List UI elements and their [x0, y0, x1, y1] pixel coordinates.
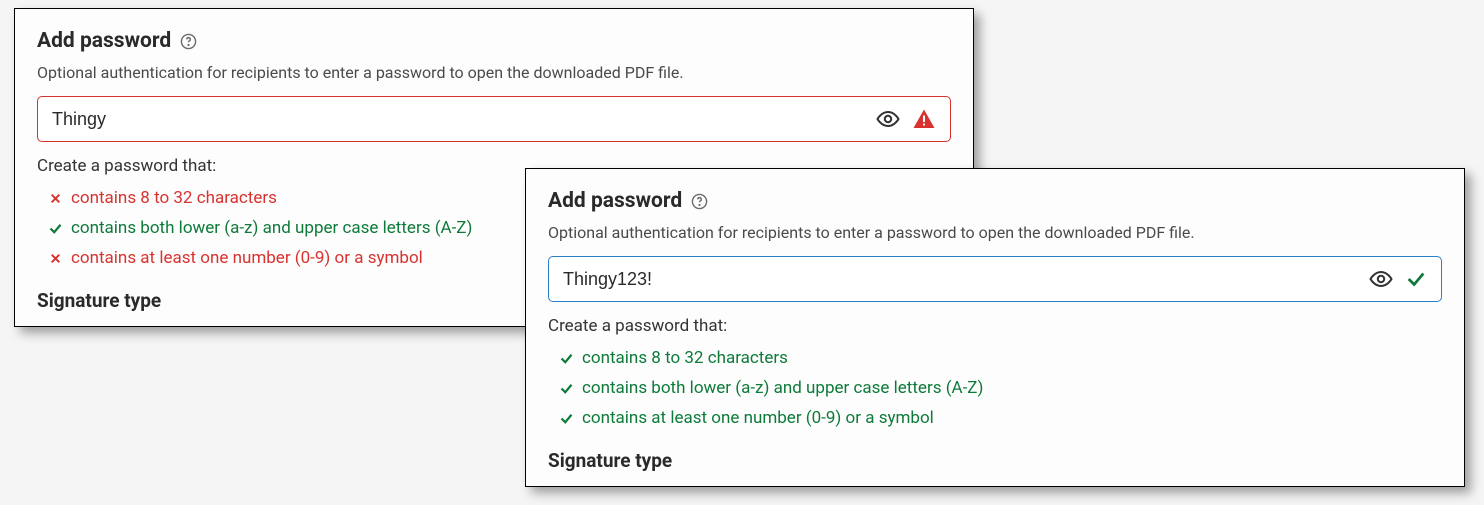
password-input[interactable]: [563, 269, 1369, 290]
help-icon[interactable]: [690, 192, 708, 210]
requirement-text: contains 8 to 32 characters: [582, 344, 788, 374]
signature-type-heading: Signature type: [548, 449, 1442, 472]
password-input-wrap: [37, 96, 951, 142]
requirement-item: contains at least one number (0-9) or a …: [558, 404, 1442, 434]
requirement-text: contains both lower (a-z) and upper case…: [71, 214, 472, 244]
title-row: Add password: [548, 189, 1442, 213]
panel-title: Add password: [548, 189, 682, 213]
check-icon: [47, 221, 63, 237]
input-icons: [1369, 267, 1427, 291]
panel-title: Add password: [37, 29, 171, 53]
eye-icon[interactable]: [876, 107, 900, 131]
help-icon[interactable]: [179, 32, 197, 50]
eye-icon[interactable]: [1369, 267, 1393, 291]
check-icon: [558, 381, 574, 397]
input-icons: [876, 107, 936, 131]
password-input-wrap: [548, 256, 1442, 302]
password-panel-success: Add password Optional authentication for…: [525, 168, 1465, 487]
requirement-text: contains both lower (a-z) and upper case…: [582, 374, 983, 404]
panel-description: Optional authentication for recipients t…: [548, 223, 1442, 242]
requirement-item: contains 8 to 32 characters: [558, 344, 1442, 374]
requirement-text: contains at least one number (0-9) or a …: [582, 404, 934, 434]
check-icon: [558, 410, 574, 426]
requirements-list: contains 8 to 32 characters contains bot…: [548, 344, 1442, 433]
password-input[interactable]: [52, 109, 876, 130]
title-row: Add password: [37, 29, 951, 53]
requirement-text: contains 8 to 32 characters: [71, 184, 277, 214]
x-icon: [47, 250, 63, 266]
requirements-title: Create a password that:: [548, 316, 1442, 336]
requirement-text: contains at least one number (0-9) or a …: [71, 244, 423, 274]
x-icon: [47, 191, 63, 207]
panel-description: Optional authentication for recipients t…: [37, 63, 951, 82]
alert-icon: [912, 107, 936, 131]
check-status-icon: [1405, 268, 1427, 290]
check-icon: [558, 351, 574, 367]
requirement-item: contains both lower (a-z) and upper case…: [558, 374, 1442, 404]
